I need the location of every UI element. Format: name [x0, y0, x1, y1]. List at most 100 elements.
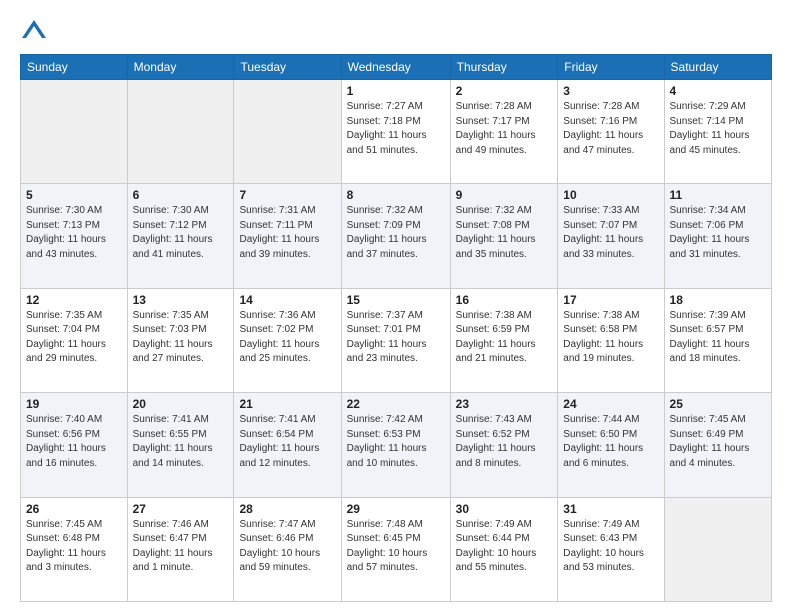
day-info: Sunrise: 7:36 AM Sunset: 7:02 PM Dayligh…	[239, 309, 335, 367]
day-number: 19	[26, 397, 122, 411]
day-info: Sunrise: 7:40 AM Sunset: 6:56 PM Dayligh…	[26, 413, 122, 471]
day-info: Sunrise: 7:34 AM Sunset: 7:06 PM Dayligh…	[670, 204, 766, 262]
day-number: 5	[26, 188, 122, 202]
day-number: 10	[563, 188, 658, 202]
day-info: Sunrise: 7:41 AM Sunset: 6:54 PM Dayligh…	[239, 413, 335, 471]
calendar-cell: 5 Sunrise: 7:30 AM Sunset: 7:13 PM Daylig…	[21, 184, 128, 288]
calendar-cell: 27 Sunrise: 7:46 AM Sunset: 6:47 PM Dayli…	[127, 497, 234, 601]
day-info: Sunrise: 7:37 AM Sunset: 7:01 PM Dayligh…	[347, 309, 445, 367]
calendar-cell: 14Sunrise: 7:36 AM Sunset: 7:02 PM Dayli…	[234, 288, 341, 392]
day-info: Sunrise: 7:38 AM Sunset: 6:58 PM Dayligh…	[563, 309, 658, 367]
day-info: Sunrise: 7:30 AM Sunset: 7:12 PM Dayligh…	[133, 204, 229, 262]
calendar-cell	[234, 80, 341, 184]
day-info: Sunrise: 7:45 AM Sunset: 6:49 PM Dayligh…	[670, 413, 766, 471]
calendar-cell: 23 Sunrise: 7:43 AM Sunset: 6:52 PM Dayli…	[450, 393, 558, 497]
calendar-cell: 11 Sunrise: 7:34 AM Sunset: 7:06 PM Dayli…	[664, 184, 771, 288]
calendar-cell: 4 Sunrise: 7:29 AM Sunset: 7:14 PM Daylig…	[664, 80, 771, 184]
calendar-cell: 30 Sunrise: 7:49 AM Sunset: 6:44 PM Dayli…	[450, 497, 558, 601]
day-info: Sunrise: 7:43 AM Sunset: 6:52 PM Dayligh…	[456, 413, 553, 471]
calendar-cell: 1 Sunrise: 7:27 AM Sunset: 7:18 PM Daylig…	[341, 80, 450, 184]
calendar-cell: 10 Sunrise: 7:33 AM Sunset: 7:07 PM Dayli…	[558, 184, 664, 288]
day-number: 27	[133, 502, 229, 516]
day-number: 24	[563, 397, 658, 411]
day-number: 9	[456, 188, 553, 202]
calendar-cell: 12Sunrise: 7:35 AM Sunset: 7:04 PM Dayli…	[21, 288, 128, 392]
calendar-cell: 20Sunrise: 7:41 AM Sunset: 6:55 PM Dayli…	[127, 393, 234, 497]
day-info: Sunrise: 7:49 AM Sunset: 6:43 PM Dayligh…	[563, 518, 658, 576]
calendar-cell: 9 Sunrise: 7:32 AM Sunset: 7:08 PM Daylig…	[450, 184, 558, 288]
calendar-week-row: 1 Sunrise: 7:27 AM Sunset: 7:18 PM Daylig…	[21, 80, 772, 184]
page: SundayMondayTuesdayWednesdayThursdayFrid…	[0, 0, 792, 612]
weekday-header: Monday	[127, 55, 234, 80]
day-number: 16	[456, 293, 553, 307]
day-info: Sunrise: 7:30 AM Sunset: 7:13 PM Dayligh…	[26, 204, 122, 262]
day-info: Sunrise: 7:35 AM Sunset: 7:04 PM Dayligh…	[26, 309, 122, 367]
day-info: Sunrise: 7:38 AM Sunset: 6:59 PM Dayligh…	[456, 309, 553, 367]
day-info: Sunrise: 7:48 AM Sunset: 6:45 PM Dayligh…	[347, 518, 445, 576]
day-info: Sunrise: 7:49 AM Sunset: 6:44 PM Dayligh…	[456, 518, 553, 576]
day-info: Sunrise: 7:32 AM Sunset: 7:08 PM Dayligh…	[456, 204, 553, 262]
calendar-cell: 28 Sunrise: 7:47 AM Sunset: 6:46 PM Dayli…	[234, 497, 341, 601]
day-number: 2	[456, 84, 553, 98]
logo-icon	[20, 16, 48, 44]
day-number: 30	[456, 502, 553, 516]
day-info: Sunrise: 7:33 AM Sunset: 7:07 PM Dayligh…	[563, 204, 658, 262]
day-number: 26	[26, 502, 122, 516]
day-number: 31	[563, 502, 658, 516]
day-info: Sunrise: 7:42 AM Sunset: 6:53 PM Dayligh…	[347, 413, 445, 471]
day-number: 18	[670, 293, 766, 307]
day-info: Sunrise: 7:28 AM Sunset: 7:16 PM Dayligh…	[563, 100, 658, 158]
calendar-cell: 2 Sunrise: 7:28 AM Sunset: 7:17 PM Daylig…	[450, 80, 558, 184]
calendar-week-row: 19 Sunrise: 7:40 AM Sunset: 6:56 PM Dayli…	[21, 393, 772, 497]
day-info: Sunrise: 7:29 AM Sunset: 7:14 PM Dayligh…	[670, 100, 766, 158]
day-info: Sunrise: 7:28 AM Sunset: 7:17 PM Dayligh…	[456, 100, 553, 158]
day-info: Sunrise: 7:46 AM Sunset: 6:47 PM Dayligh…	[133, 518, 229, 576]
day-info: Sunrise: 7:44 AM Sunset: 6:50 PM Dayligh…	[563, 413, 658, 471]
day-info: Sunrise: 7:32 AM Sunset: 7:09 PM Dayligh…	[347, 204, 445, 262]
day-number: 13	[133, 293, 229, 307]
weekday-header: Thursday	[450, 55, 558, 80]
calendar-cell: 17 Sunrise: 7:38 AM Sunset: 6:58 PM Dayli…	[558, 288, 664, 392]
calendar-cell: 8 Sunrise: 7:32 AM Sunset: 7:09 PM Daylig…	[341, 184, 450, 288]
day-number: 15	[347, 293, 445, 307]
calendar-cell: 26 Sunrise: 7:45 AM Sunset: 6:48 PM Dayli…	[21, 497, 128, 601]
day-info: Sunrise: 7:47 AM Sunset: 6:46 PM Dayligh…	[239, 518, 335, 576]
weekday-header: Friday	[558, 55, 664, 80]
day-number: 25	[670, 397, 766, 411]
calendar-cell: 22Sunrise: 7:42 AM Sunset: 6:53 PM Dayli…	[341, 393, 450, 497]
day-number: 17	[563, 293, 658, 307]
day-number: 3	[563, 84, 658, 98]
day-info: Sunrise: 7:41 AM Sunset: 6:55 PM Dayligh…	[133, 413, 229, 471]
calendar-cell: 25 Sunrise: 7:45 AM Sunset: 6:49 PM Dayli…	[664, 393, 771, 497]
calendar-header-row: SundayMondayTuesdayWednesdayThursdayFrid…	[21, 55, 772, 80]
day-number: 11	[670, 188, 766, 202]
calendar-cell: 16 Sunrise: 7:38 AM Sunset: 6:59 PM Dayli…	[450, 288, 558, 392]
calendar-week-row: 12Sunrise: 7:35 AM Sunset: 7:04 PM Dayli…	[21, 288, 772, 392]
day-number: 8	[347, 188, 445, 202]
calendar-cell	[21, 80, 128, 184]
weekday-header: Sunday	[21, 55, 128, 80]
calendar-cell: 29 Sunrise: 7:48 AM Sunset: 6:45 PM Dayli…	[341, 497, 450, 601]
calendar: SundayMondayTuesdayWednesdayThursdayFrid…	[20, 54, 772, 602]
day-info: Sunrise: 7:45 AM Sunset: 6:48 PM Dayligh…	[26, 518, 122, 576]
day-number: 28	[239, 502, 335, 516]
calendar-week-row: 5 Sunrise: 7:30 AM Sunset: 7:13 PM Daylig…	[21, 184, 772, 288]
calendar-week-row: 26 Sunrise: 7:45 AM Sunset: 6:48 PM Dayli…	[21, 497, 772, 601]
day-number: 29	[347, 502, 445, 516]
calendar-cell: 15 Sunrise: 7:37 AM Sunset: 7:01 PM Dayli…	[341, 288, 450, 392]
logo	[20, 16, 52, 44]
calendar-cell	[127, 80, 234, 184]
day-number: 23	[456, 397, 553, 411]
day-info: Sunrise: 7:39 AM Sunset: 6:57 PM Dayligh…	[670, 309, 766, 367]
day-number: 4	[670, 84, 766, 98]
header	[20, 16, 772, 44]
calendar-cell: 24 Sunrise: 7:44 AM Sunset: 6:50 PM Dayli…	[558, 393, 664, 497]
weekday-header: Tuesday	[234, 55, 341, 80]
day-number: 1	[347, 84, 445, 98]
day-number: 21	[239, 397, 335, 411]
calendar-cell	[664, 497, 771, 601]
day-number: 6	[133, 188, 229, 202]
day-info: Sunrise: 7:27 AM Sunset: 7:18 PM Dayligh…	[347, 100, 445, 158]
day-number: 7	[239, 188, 335, 202]
day-info: Sunrise: 7:31 AM Sunset: 7:11 PM Dayligh…	[239, 204, 335, 262]
